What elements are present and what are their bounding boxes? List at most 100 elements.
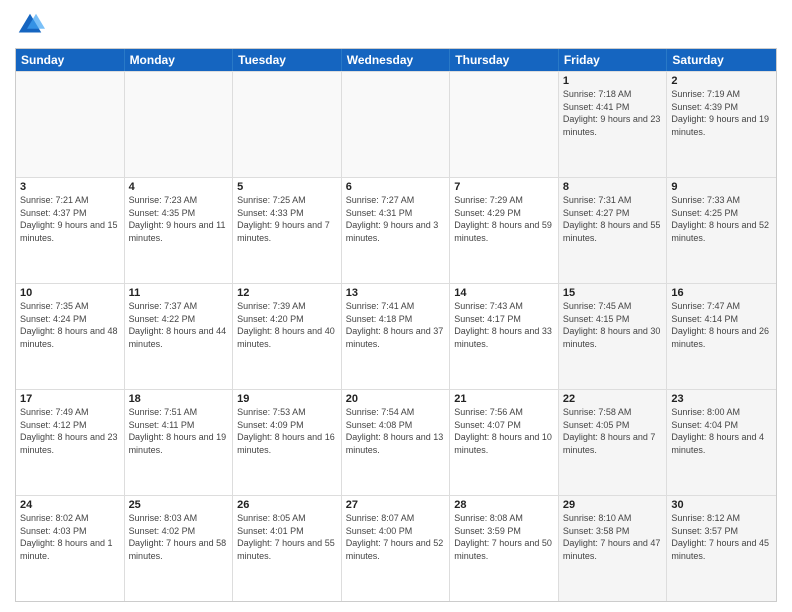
weekday-header: Tuesday [233, 49, 342, 71]
calendar-cell: 20Sunrise: 7:54 AMSunset: 4:08 PMDayligh… [342, 390, 451, 495]
day-info: Sunrise: 7:23 AMSunset: 4:35 PMDaylight:… [129, 194, 229, 244]
day-info: Sunrise: 8:10 AMSunset: 3:58 PMDaylight:… [563, 512, 663, 562]
day-number: 6 [346, 181, 446, 193]
calendar-cell: 23Sunrise: 8:00 AMSunset: 4:04 PMDayligh… [667, 390, 776, 495]
day-info: Sunrise: 8:12 AMSunset: 3:57 PMDaylight:… [671, 512, 772, 562]
calendar-cell: 9Sunrise: 7:33 AMSunset: 4:25 PMDaylight… [667, 178, 776, 283]
weekday-header: Saturday [667, 49, 776, 71]
day-number: 16 [671, 287, 772, 299]
day-info: Sunrise: 8:08 AMSunset: 3:59 PMDaylight:… [454, 512, 554, 562]
calendar-cell: 4Sunrise: 7:23 AMSunset: 4:35 PMDaylight… [125, 178, 234, 283]
day-number: 3 [20, 181, 120, 193]
weekday-header: Monday [125, 49, 234, 71]
day-info: Sunrise: 7:33 AMSunset: 4:25 PMDaylight:… [671, 194, 772, 244]
day-info: Sunrise: 7:29 AMSunset: 4:29 PMDaylight:… [454, 194, 554, 244]
day-number: 30 [671, 499, 772, 511]
calendar-body: 1Sunrise: 7:18 AMSunset: 4:41 PMDaylight… [16, 71, 776, 601]
day-info: Sunrise: 7:27 AMSunset: 4:31 PMDaylight:… [346, 194, 446, 244]
day-number: 5 [237, 181, 337, 193]
day-info: Sunrise: 7:19 AMSunset: 4:39 PMDaylight:… [671, 88, 772, 138]
day-info: Sunrise: 7:58 AMSunset: 4:05 PMDaylight:… [563, 406, 663, 456]
day-info: Sunrise: 7:21 AMSunset: 4:37 PMDaylight:… [20, 194, 120, 244]
day-number: 22 [563, 393, 663, 405]
day-info: Sunrise: 7:43 AMSunset: 4:17 PMDaylight:… [454, 300, 554, 350]
day-info: Sunrise: 7:37 AMSunset: 4:22 PMDaylight:… [129, 300, 229, 350]
day-info: Sunrise: 7:49 AMSunset: 4:12 PMDaylight:… [20, 406, 120, 456]
day-number: 17 [20, 393, 120, 405]
day-number: 21 [454, 393, 554, 405]
day-info: Sunrise: 8:02 AMSunset: 4:03 PMDaylight:… [20, 512, 120, 562]
calendar: SundayMondayTuesdayWednesdayThursdayFrid… [15, 48, 777, 602]
day-info: Sunrise: 7:54 AMSunset: 4:08 PMDaylight:… [346, 406, 446, 456]
day-info: Sunrise: 8:03 AMSunset: 4:02 PMDaylight:… [129, 512, 229, 562]
day-number: 14 [454, 287, 554, 299]
day-number: 27 [346, 499, 446, 511]
calendar-cell: 10Sunrise: 7:35 AMSunset: 4:24 PMDayligh… [16, 284, 125, 389]
day-number: 2 [671, 75, 772, 87]
calendar-cell: 1Sunrise: 7:18 AMSunset: 4:41 PMDaylight… [559, 72, 668, 177]
calendar-cell: 26Sunrise: 8:05 AMSunset: 4:01 PMDayligh… [233, 496, 342, 601]
day-number: 8 [563, 181, 663, 193]
weekday-header: Sunday [16, 49, 125, 71]
calendar-cell: 28Sunrise: 8:08 AMSunset: 3:59 PMDayligh… [450, 496, 559, 601]
calendar-cell: 13Sunrise: 7:41 AMSunset: 4:18 PMDayligh… [342, 284, 451, 389]
day-number: 1 [563, 75, 663, 87]
calendar-cell: 18Sunrise: 7:51 AMSunset: 4:11 PMDayligh… [125, 390, 234, 495]
day-number: 11 [129, 287, 229, 299]
day-info: Sunrise: 7:18 AMSunset: 4:41 PMDaylight:… [563, 88, 663, 138]
day-number: 7 [454, 181, 554, 193]
day-info: Sunrise: 7:53 AMSunset: 4:09 PMDaylight:… [237, 406, 337, 456]
calendar-cell: 17Sunrise: 7:49 AMSunset: 4:12 PMDayligh… [16, 390, 125, 495]
day-info: Sunrise: 7:47 AMSunset: 4:14 PMDaylight:… [671, 300, 772, 350]
calendar-cell: 30Sunrise: 8:12 AMSunset: 3:57 PMDayligh… [667, 496, 776, 601]
calendar-row: 24Sunrise: 8:02 AMSunset: 4:03 PMDayligh… [16, 495, 776, 601]
calendar-cell: 11Sunrise: 7:37 AMSunset: 4:22 PMDayligh… [125, 284, 234, 389]
day-number: 23 [671, 393, 772, 405]
day-info: Sunrise: 8:07 AMSunset: 4:00 PMDaylight:… [346, 512, 446, 562]
calendar-cell: 2Sunrise: 7:19 AMSunset: 4:39 PMDaylight… [667, 72, 776, 177]
day-number: 20 [346, 393, 446, 405]
day-number: 29 [563, 499, 663, 511]
page: SundayMondayTuesdayWednesdayThursdayFrid… [0, 0, 792, 612]
logo [15, 10, 49, 40]
day-number: 10 [20, 287, 120, 299]
day-info: Sunrise: 8:00 AMSunset: 4:04 PMDaylight:… [671, 406, 772, 456]
calendar-cell: 29Sunrise: 8:10 AMSunset: 3:58 PMDayligh… [559, 496, 668, 601]
calendar-cell: 27Sunrise: 8:07 AMSunset: 4:00 PMDayligh… [342, 496, 451, 601]
weekday-header: Thursday [450, 49, 559, 71]
calendar-cell [125, 72, 234, 177]
day-info: Sunrise: 7:45 AMSunset: 4:15 PMDaylight:… [563, 300, 663, 350]
day-info: Sunrise: 7:41 AMSunset: 4:18 PMDaylight:… [346, 300, 446, 350]
day-number: 9 [671, 181, 772, 193]
day-number: 25 [129, 499, 229, 511]
day-number: 18 [129, 393, 229, 405]
calendar-cell: 14Sunrise: 7:43 AMSunset: 4:17 PMDayligh… [450, 284, 559, 389]
day-info: Sunrise: 7:56 AMSunset: 4:07 PMDaylight:… [454, 406, 554, 456]
weekday-header: Wednesday [342, 49, 451, 71]
day-number: 28 [454, 499, 554, 511]
day-number: 13 [346, 287, 446, 299]
calendar-row: 3Sunrise: 7:21 AMSunset: 4:37 PMDaylight… [16, 177, 776, 283]
calendar-cell: 24Sunrise: 8:02 AMSunset: 4:03 PMDayligh… [16, 496, 125, 601]
calendar-header: SundayMondayTuesdayWednesdayThursdayFrid… [16, 49, 776, 71]
calendar-cell: 19Sunrise: 7:53 AMSunset: 4:09 PMDayligh… [233, 390, 342, 495]
calendar-cell: 12Sunrise: 7:39 AMSunset: 4:20 PMDayligh… [233, 284, 342, 389]
day-info: Sunrise: 7:31 AMSunset: 4:27 PMDaylight:… [563, 194, 663, 244]
calendar-cell: 5Sunrise: 7:25 AMSunset: 4:33 PMDaylight… [233, 178, 342, 283]
day-number: 24 [20, 499, 120, 511]
calendar-cell [450, 72, 559, 177]
day-info: Sunrise: 7:35 AMSunset: 4:24 PMDaylight:… [20, 300, 120, 350]
calendar-row: 1Sunrise: 7:18 AMSunset: 4:41 PMDaylight… [16, 71, 776, 177]
day-number: 12 [237, 287, 337, 299]
weekday-header: Friday [559, 49, 668, 71]
calendar-cell: 3Sunrise: 7:21 AMSunset: 4:37 PMDaylight… [16, 178, 125, 283]
day-number: 19 [237, 393, 337, 405]
day-number: 26 [237, 499, 337, 511]
day-number: 4 [129, 181, 229, 193]
calendar-cell [342, 72, 451, 177]
header [15, 10, 777, 40]
day-info: Sunrise: 7:39 AMSunset: 4:20 PMDaylight:… [237, 300, 337, 350]
calendar-cell: 16Sunrise: 7:47 AMSunset: 4:14 PMDayligh… [667, 284, 776, 389]
day-number: 15 [563, 287, 663, 299]
day-info: Sunrise: 8:05 AMSunset: 4:01 PMDaylight:… [237, 512, 337, 562]
